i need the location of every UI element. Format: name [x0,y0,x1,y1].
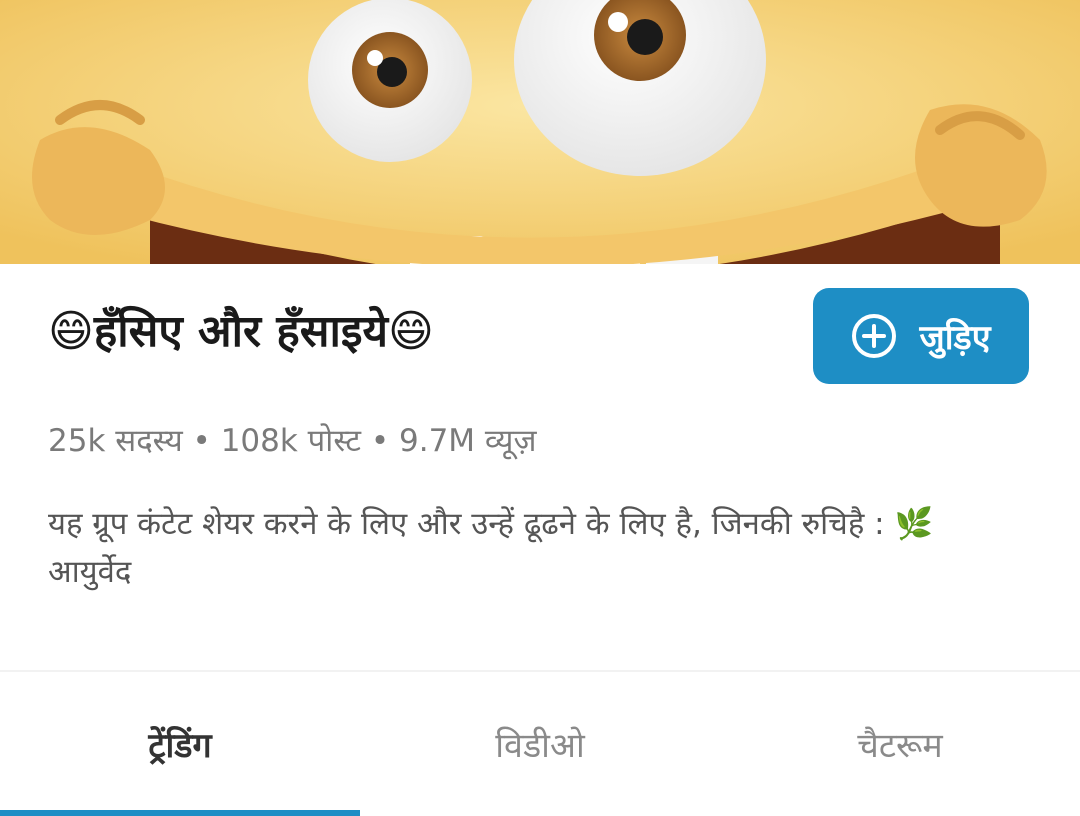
tab-trending[interactable]: ट्रेंडिंग [0,672,360,816]
group-cover-image [0,0,1080,264]
tab-label: विडीओ [495,726,585,766]
join-button-label: जुड़िए [919,318,991,358]
group-description: यह ग्रूप कंटेट शेयर करने के लिए और उन्हे… [48,506,934,590]
tab-label: ट्रेंडिंग [148,726,212,766]
tab-videos[interactable]: विडीओ [360,672,720,816]
active-tab-indicator [0,810,360,816]
funny-face-illustration [0,0,1080,264]
group-stats: 25k सदस्य • 108k पोस्ट • 9.7M व्यूज़ [48,423,537,459]
group-tabs: ट्रेंडिंग विडीओ चैटरूम [0,672,1080,816]
tab-label: चैटरूम [857,726,943,766]
plus-circle-icon [852,314,897,358]
group-title: 😄हँसिए और हँसाइये😄 [48,306,434,357]
tab-chatroom[interactable]: चैटरूम [720,672,1080,816]
join-group-button[interactable]: जुड़िए [813,288,1029,384]
